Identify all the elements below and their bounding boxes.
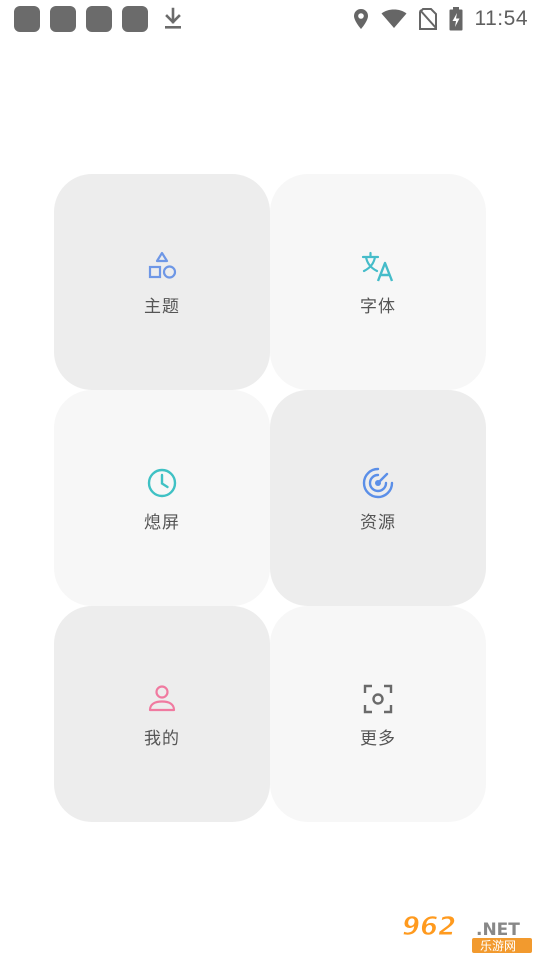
no-sim-icon bbox=[418, 8, 437, 30]
download-icon bbox=[160, 6, 186, 32]
screen-off-tile[interactable]: 熄屏 bbox=[54, 390, 270, 606]
watermark-site: 乐游网 bbox=[480, 939, 516, 953]
status-bar: 11:54 bbox=[0, 0, 540, 38]
watermark-number: 962 bbox=[402, 912, 456, 942]
tile-label: 熄屏 bbox=[144, 512, 180, 533]
watermark-suffix: .NET bbox=[476, 920, 520, 940]
status-time: 11:54 bbox=[474, 7, 528, 30]
home-screen: 11:54 主题 字体 熄屏 资源 我的 更多 962 .NET 乐游网 bbox=[0, 0, 540, 960]
font-tile[interactable]: 字体 bbox=[270, 174, 486, 390]
notification-area bbox=[14, 6, 186, 32]
app-notification-icon bbox=[86, 6, 112, 32]
tile-label: 资源 bbox=[360, 512, 396, 533]
clock-icon bbox=[145, 466, 179, 500]
location-icon bbox=[353, 9, 368, 29]
battery-charging-icon bbox=[449, 7, 462, 31]
shapes-icon bbox=[145, 250, 179, 284]
theme-tile[interactable]: 主题 bbox=[54, 174, 270, 390]
tile-label: 我的 bbox=[144, 728, 180, 749]
wifi-icon bbox=[381, 9, 406, 28]
system-icons: 11:54 bbox=[341, 4, 529, 34]
tile-label: 字体 bbox=[360, 296, 396, 317]
person-icon bbox=[145, 682, 179, 716]
more-tile[interactable]: 更多 bbox=[270, 606, 486, 822]
feature-grid: 主题 字体 熄屏 资源 我的 更多 bbox=[54, 174, 486, 822]
tile-label: 主题 bbox=[144, 296, 180, 317]
radar-icon bbox=[361, 466, 395, 500]
app-notification-icon bbox=[14, 6, 40, 32]
resources-tile[interactable]: 资源 bbox=[270, 390, 486, 606]
tile-label: 更多 bbox=[360, 728, 396, 749]
translate-icon bbox=[361, 250, 395, 284]
scan-icon bbox=[361, 682, 395, 716]
site-watermark: 962 .NET 乐游网 bbox=[400, 910, 534, 954]
app-notification-icon bbox=[122, 6, 148, 32]
profile-tile[interactable]: 我的 bbox=[54, 606, 270, 822]
app-notification-icon bbox=[50, 6, 76, 32]
